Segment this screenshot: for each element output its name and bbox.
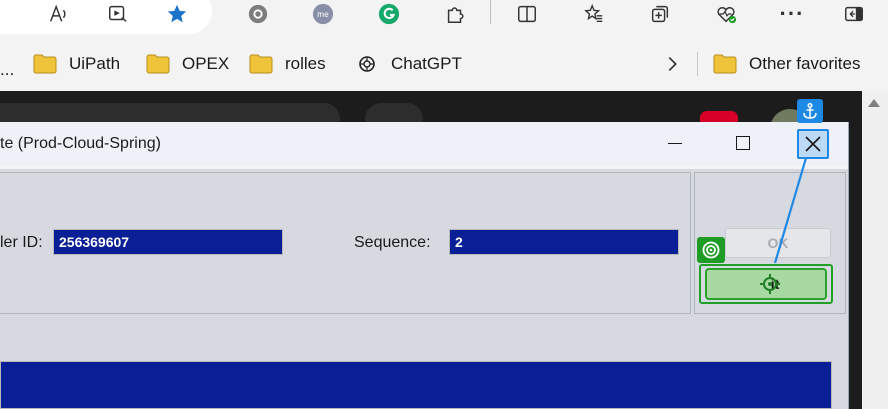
order-id-label: ler ID:: [0, 234, 43, 251]
favorite-star-icon[interactable]: [163, 0, 191, 28]
browser-essentials-icon[interactable]: [712, 0, 740, 28]
page-scrollbar[interactable]: [862, 91, 888, 409]
folder-icon: [33, 54, 57, 74]
dialog-title: te (Prod-Cloud-Spring): [0, 135, 161, 152]
close-icon: [805, 136, 821, 152]
extensions-icon[interactable]: [441, 0, 469, 28]
collections-icon[interactable]: [646, 0, 674, 28]
sequence-field[interactable]: 2: [449, 229, 679, 255]
target-crosshair-icon: [760, 274, 780, 294]
grammarly-icon[interactable]: [375, 0, 403, 28]
folder-icon: [146, 54, 170, 74]
target-icon: [702, 241, 720, 259]
sidebar-icon[interactable]: [840, 0, 868, 28]
favorite-label: UiPath: [69, 54, 121, 73]
order-id-field[interactable]: 256369607: [53, 229, 283, 255]
video-caption-icon[interactable]: [104, 0, 132, 28]
favorites-divider: [697, 52, 698, 76]
settings-extension-icon[interactable]: [244, 0, 272, 28]
close-button[interactable]: [797, 129, 829, 159]
anchor-icon: [803, 102, 817, 119]
favorite-chatgpt[interactable]: ChatGPT: [355, 50, 462, 78]
ok-button[interactable]: OK: [725, 228, 831, 258]
favorite-other-favorites[interactable]: Other favorites: [713, 50, 861, 78]
order-fields-group: ler ID: 256369607 Sequence: 2: [0, 172, 691, 314]
anchor-marker: [797, 99, 823, 123]
minimize-button[interactable]: [668, 143, 682, 144]
chatgpt-icon: [355, 54, 379, 74]
dialog-titlebar[interactable]: te (Prod-Cloud-Spring): [0, 122, 848, 166]
favorites-overflow-left[interactable]: ...: [0, 60, 14, 80]
favorites-bar: ... UiPath OPEX rolles ChatGPT Other fav…: [0, 42, 888, 86]
quit-button[interactable]: it: [705, 268, 827, 300]
sequence-label: Sequence:: [354, 234, 431, 251]
toolbar-divider: [490, 0, 491, 24]
svg-text:me: me: [317, 10, 329, 19]
favorite-rolles[interactable]: rolles: [249, 50, 326, 78]
results-list-area[interactable]: [0, 361, 832, 409]
favorite-label: rolles: [285, 54, 326, 73]
favorite-label: Other favorites: [749, 54, 861, 73]
target-marker: [697, 237, 725, 263]
split-screen-icon[interactable]: [513, 0, 541, 28]
more-icon[interactable]: ···: [778, 0, 806, 28]
action-buttons-panel: OK it: [694, 172, 846, 314]
folder-icon: [249, 54, 273, 74]
scroll-up-arrow-icon[interactable]: [868, 99, 880, 107]
browser-toolbar: me ···: [0, 0, 888, 40]
folder-icon: [713, 54, 737, 74]
chevron-right-icon[interactable]: [658, 50, 686, 78]
favorite-opex[interactable]: OPEX: [146, 50, 229, 78]
favorite-label: ChatGPT: [391, 54, 462, 73]
maximize-button[interactable]: [736, 136, 750, 150]
favorites-icon[interactable]: [580, 0, 608, 28]
read-aloud-icon[interactable]: [44, 0, 72, 28]
me-extension-icon[interactable]: me: [309, 0, 337, 28]
favorite-uipath[interactable]: UiPath: [33, 50, 120, 78]
favorite-label: OPEX: [182, 54, 230, 73]
